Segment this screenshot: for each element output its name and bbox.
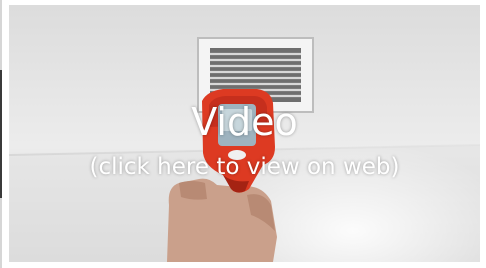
video-title: Video — [191, 100, 298, 144]
page: Video (click here to view on web) — [0, 0, 486, 268]
left-divider-accent — [0, 70, 2, 198]
left-divider — [0, 0, 2, 268]
video-subtitle: (click here to view on web) — [89, 154, 400, 180]
video-link[interactable]: Video (click here to view on web) — [9, 5, 480, 262]
